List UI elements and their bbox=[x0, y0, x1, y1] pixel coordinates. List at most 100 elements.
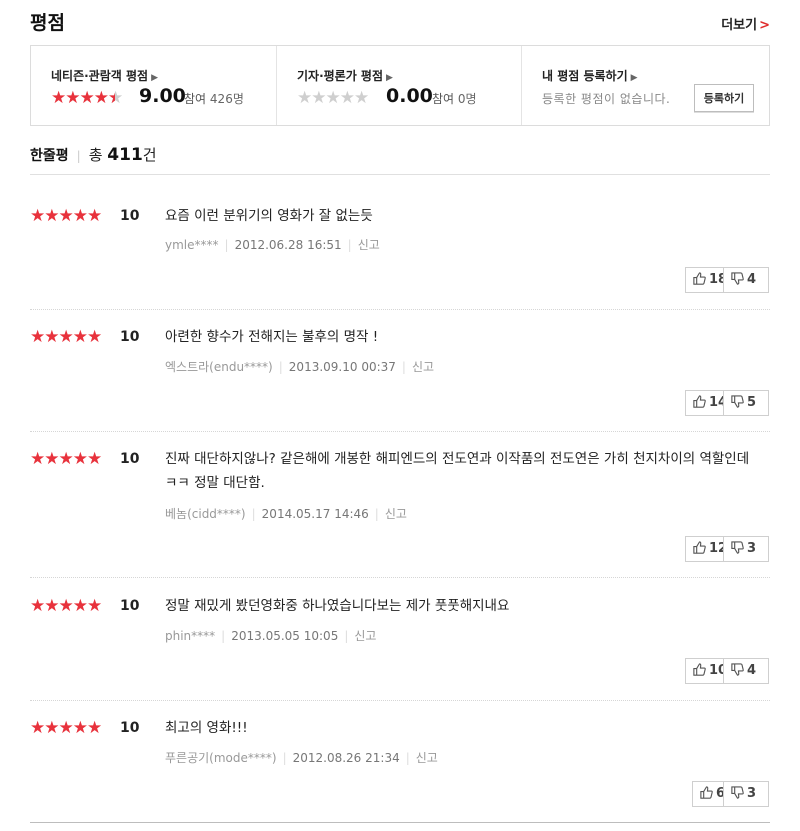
review-star-rating: ★★★★★ bbox=[30, 206, 102, 226]
participants-count: 426명 bbox=[209, 92, 244, 106]
star-icon: ★ bbox=[87, 596, 102, 616]
review-date: 2013.09.10 00:37 bbox=[288, 360, 396, 374]
star-icon: ★ bbox=[87, 449, 102, 469]
star-icon: ★ bbox=[30, 327, 45, 347]
register-rating-button[interactable]: 등록하기 bbox=[694, 84, 754, 112]
star-icon: ★ bbox=[72, 206, 88, 226]
thumbs-down-icon bbox=[731, 271, 744, 285]
review-user[interactable]: 베놈(cidd****) bbox=[165, 507, 246, 521]
report-link[interactable]: 신고 bbox=[416, 751, 438, 765]
divider: | bbox=[224, 238, 229, 252]
star-icon: ★ bbox=[30, 206, 45, 226]
report-link[interactable]: 신고 bbox=[354, 629, 376, 643]
thumbs-up-icon bbox=[693, 540, 706, 554]
my-rating-link[interactable]: 내 평점 등록하기 ▶ bbox=[542, 67, 638, 84]
netizen-participants: 참여 426명 bbox=[184, 90, 244, 107]
divider: | bbox=[282, 751, 287, 765]
section-header: 평점 더보기 > bbox=[30, 4, 770, 36]
rating-summary-box: 네티즌·관람객 평점▶ ★★★★★★ 9.00 참여 426명 기자·평론가 평… bbox=[30, 45, 770, 126]
review-score: 10 bbox=[120, 208, 140, 224]
divider: | bbox=[344, 629, 349, 643]
star-icon: ★ bbox=[79, 88, 95, 108]
divider: | bbox=[251, 507, 256, 521]
divider bbox=[30, 174, 770, 175]
review-text: 진짜 대단하지않나? 같은해에 개봉한 해피엔드의 전도연과 이작품의 전도연은… bbox=[165, 451, 750, 491]
star-icon: ★ bbox=[72, 718, 88, 738]
star-icon: ★ bbox=[311, 88, 326, 108]
review-meta: 베놈(cidd****) | 2014.05.17 14:46 | 신고 bbox=[165, 505, 407, 522]
review-count: 411 bbox=[107, 145, 143, 165]
divider bbox=[30, 309, 770, 310]
star-icon: ★ bbox=[58, 449, 74, 469]
review-date: 2012.08.26 21:34 bbox=[292, 751, 400, 765]
netizen-star-rating: ★★★★★★ bbox=[51, 88, 123, 108]
critic-rating-label: 기자·평론가 평점 bbox=[297, 69, 384, 83]
star-icon: ★ bbox=[72, 449, 88, 469]
review-text: 요즘 이런 분위기의 영화가 잘 없는듯 bbox=[165, 208, 373, 224]
chevron-right-icon: > bbox=[759, 18, 770, 33]
star-icon: ★ bbox=[65, 88, 80, 108]
review-score: 10 bbox=[120, 329, 140, 345]
triangle-right-icon: ▶ bbox=[151, 73, 158, 83]
half-star-icon: ★★ bbox=[108, 88, 123, 108]
dislike-button[interactable]: 4 bbox=[723, 267, 769, 293]
review-star-rating: ★★★★★ bbox=[30, 718, 102, 738]
report-link[interactable]: 신고 bbox=[412, 360, 434, 374]
star-icon: ★ bbox=[87, 718, 102, 738]
participants-prefix: 참여 bbox=[432, 92, 455, 106]
netizen-score: 9.00 bbox=[139, 85, 186, 107]
divider bbox=[30, 431, 770, 432]
oneline-header: 한줄평 | 총 411건 bbox=[30, 144, 157, 168]
review-user[interactable]: ymle**** bbox=[165, 238, 219, 252]
critic-rating-link[interactable]: 기자·평론가 평점 ▶ bbox=[297, 67, 393, 84]
star-icon: ★ bbox=[72, 596, 88, 616]
review-star-rating: ★★★★★ bbox=[30, 327, 102, 347]
thumbs-down-icon bbox=[731, 785, 744, 799]
star-icon: ★ bbox=[87, 206, 102, 226]
review-score: 10 bbox=[120, 720, 140, 736]
star-icon: ★ bbox=[325, 88, 341, 108]
review-text: 정말 재밌게 봤던영화중 하나였습니다보는 제가 풋풋해지내요 bbox=[165, 598, 510, 614]
thumbs-up-icon bbox=[700, 785, 713, 799]
dislike-count: 4 bbox=[747, 663, 757, 678]
critic-score: 0.00 bbox=[386, 85, 433, 107]
review-count-unit: 건 bbox=[142, 146, 157, 164]
review-user[interactable]: 엑스트라(endu****) bbox=[165, 360, 273, 374]
thumbs-down-icon bbox=[731, 662, 744, 676]
total-label: 총 bbox=[88, 146, 103, 164]
thumbs-up-icon bbox=[693, 662, 706, 676]
dislike-button[interactable]: 3 bbox=[723, 536, 769, 562]
more-link[interactable]: 더보기 > bbox=[721, 14, 770, 33]
netizen-rating-link[interactable]: 네티즌·관람객 평점 ▶ bbox=[51, 67, 158, 84]
review-score: 10 bbox=[120, 598, 140, 614]
review-date: 2012.06.28 16:51 bbox=[234, 238, 342, 252]
star-icon: ★ bbox=[44, 327, 59, 347]
dislike-button[interactable]: 3 bbox=[723, 781, 769, 807]
star-icon: ★ bbox=[30, 718, 45, 738]
my-rating: 내 평점 등록하기 ▶ 등록한 평점이 없습니다. 등록하기 bbox=[521, 46, 770, 125]
dislike-button[interactable]: 5 bbox=[723, 390, 769, 416]
thumbs-up-icon bbox=[693, 271, 706, 285]
more-link-label: 더보기 bbox=[721, 18, 758, 33]
report-link[interactable]: 신고 bbox=[358, 238, 380, 252]
star-icon: ★ bbox=[72, 327, 88, 347]
report-link[interactable]: 신고 bbox=[385, 507, 407, 521]
review-user[interactable]: 푸른공기(mode****) bbox=[165, 751, 277, 765]
review-meta: 엑스트라(endu****) | 2013.09.10 00:37 | 신고 bbox=[165, 358, 434, 375]
dislike-count: 3 bbox=[747, 786, 757, 801]
dislike-count: 5 bbox=[747, 395, 757, 410]
critic-star-rating: ★★★★★ bbox=[297, 88, 369, 108]
star-icon: ★ bbox=[30, 596, 45, 616]
star-icon: ★ bbox=[44, 596, 59, 616]
oneline-title: 한줄평 bbox=[30, 148, 69, 164]
divider bbox=[30, 577, 770, 578]
divider bbox=[30, 822, 770, 823]
review-star-rating: ★★★★★ bbox=[30, 449, 102, 469]
critic-rating: 기자·평론가 평점 ▶ ★★★★★ 0.00 참여 0명 bbox=[276, 46, 521, 125]
participants-count: 0명 bbox=[457, 92, 477, 106]
dislike-button[interactable]: 4 bbox=[723, 658, 769, 684]
review-user[interactable]: phin**** bbox=[165, 629, 215, 643]
star-icon: ★ bbox=[93, 88, 109, 108]
netizen-rating-label: 네티즌·관람객 평점 bbox=[51, 69, 149, 83]
my-rating-label: 내 평점 등록하기 bbox=[542, 69, 628, 83]
